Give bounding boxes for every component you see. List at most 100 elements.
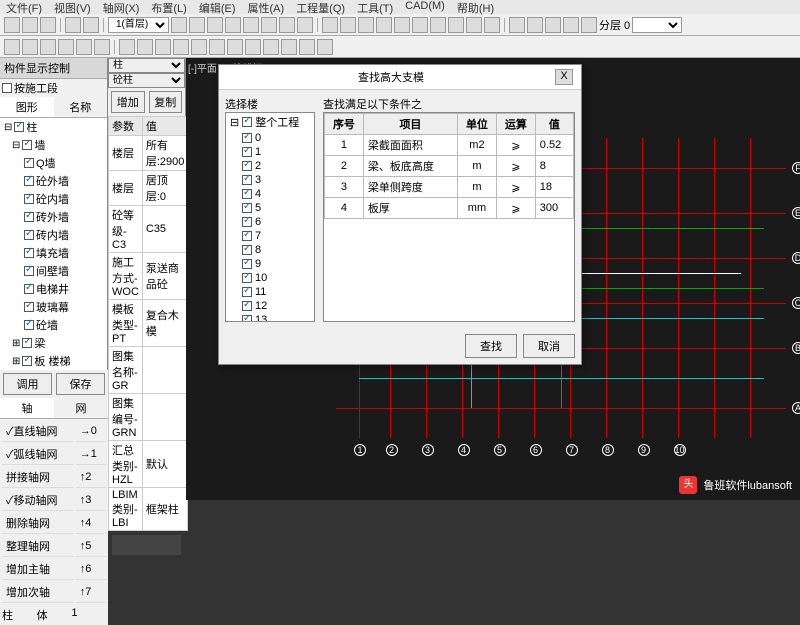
tab-graphic[interactable]: 图形 xyxy=(0,97,54,117)
checkbox[interactable] xyxy=(24,158,34,168)
checkbox[interactable] xyxy=(22,338,32,348)
checkbox[interactable] xyxy=(242,273,252,283)
tool-icon[interactable] xyxy=(317,39,333,55)
checkbox[interactable] xyxy=(242,315,252,322)
menu-item[interactable]: 属性(A) xyxy=(248,0,285,14)
tab-axis[interactable]: 轴 xyxy=(0,398,54,418)
checkbox[interactable] xyxy=(242,189,252,199)
tool-icon[interactable] xyxy=(191,39,207,55)
checkbox[interactable] xyxy=(242,231,252,241)
menu-item[interactable]: 布置(L) xyxy=(151,0,186,14)
checkbox[interactable] xyxy=(242,203,252,213)
tool-icon[interactable] xyxy=(189,17,205,33)
tool-icon[interactable] xyxy=(279,17,295,33)
menu-item[interactable]: 帮助(H) xyxy=(457,0,494,14)
prop-row[interactable]: 楼层 xyxy=(109,136,143,171)
tool-icon[interactable] xyxy=(227,39,243,55)
checkbox[interactable] xyxy=(242,287,252,297)
checkbox[interactable] xyxy=(24,284,34,294)
tool-icon[interactable] xyxy=(263,39,279,55)
tool-icon[interactable] xyxy=(394,17,410,33)
checkbox[interactable] xyxy=(242,161,252,171)
axis-row[interactable]: 删除轴网 xyxy=(2,513,74,534)
close-button[interactable]: X xyxy=(555,69,573,85)
prop-row[interactable]: 汇总类别-HZL xyxy=(109,441,143,488)
tool-icon[interactable] xyxy=(245,39,261,55)
prop-row[interactable]: LBIM类别-LBI xyxy=(109,488,143,531)
axis-row[interactable]: 增加次轴 xyxy=(2,582,74,603)
tool-undo-icon[interactable] xyxy=(65,17,81,33)
tool-icon[interactable] xyxy=(581,17,597,33)
checkbox[interactable] xyxy=(2,83,12,93)
tool-icon[interactable] xyxy=(58,39,74,55)
tool-icon[interactable] xyxy=(412,17,428,33)
prop-row[interactable]: 楼层 xyxy=(109,171,143,206)
checkbox[interactable] xyxy=(22,356,32,366)
tool-icon[interactable] xyxy=(119,39,135,55)
component-tree[interactable]: ⊟柱 ⊟墙 Q墙 砼外墙 砼内墙 砖外墙 砖内墙 填充墙 间壁墙 电梯井 玻璃幕… xyxy=(0,118,107,370)
axis-row[interactable]: 拼接轴网 xyxy=(2,467,74,488)
menu-item[interactable]: 编辑(E) xyxy=(199,0,236,14)
table-row[interactable]: 3梁单侧跨度m⩾18 xyxy=(325,177,574,198)
tool-icon[interactable] xyxy=(225,17,241,33)
tool-icon[interactable] xyxy=(155,39,171,55)
checkbox[interactable] xyxy=(24,230,34,240)
table-row[interactable]: 1梁截面面积m2⩾0.52 xyxy=(325,135,574,156)
checkbox[interactable] xyxy=(22,140,32,150)
tool-icon[interactable] xyxy=(358,17,374,33)
tool-icon[interactable] xyxy=(563,17,579,33)
tool-icon[interactable] xyxy=(173,39,189,55)
add-button[interactable]: 增加 xyxy=(111,91,145,113)
tool-icon[interactable] xyxy=(76,39,92,55)
menu-item[interactable]: 轴网(X) xyxy=(103,0,140,14)
tool-new-icon[interactable] xyxy=(4,17,20,33)
checkbox[interactable] xyxy=(24,248,34,258)
tool-icon[interactable] xyxy=(4,39,20,55)
checkbox[interactable] xyxy=(14,122,24,132)
table-row[interactable]: 2梁、板底高度m⩾8 xyxy=(325,156,574,177)
axis-row[interactable]: ✓移动轴网 xyxy=(2,490,74,511)
tool-bulb-icon[interactable] xyxy=(509,17,525,33)
prop-row[interactable]: 图集名称-GR xyxy=(109,347,143,394)
checkbox[interactable] xyxy=(242,133,252,143)
tool-icon[interactable] xyxy=(94,39,110,55)
tool-icon[interactable] xyxy=(527,17,543,33)
apply-button[interactable]: 调用 xyxy=(3,373,52,395)
save-button[interactable]: 保存 xyxy=(56,373,105,395)
table-row[interactable]: 4板厚mm⩾300 xyxy=(325,198,574,219)
checkbox[interactable] xyxy=(24,176,34,186)
tool-icon[interactable] xyxy=(545,17,561,33)
search-button[interactable]: 查找 xyxy=(465,334,517,358)
checkbox[interactable] xyxy=(242,259,252,269)
axis-row[interactable]: ✓弧线轴网 xyxy=(2,444,74,465)
prop-row[interactable]: 模板类型-PT xyxy=(109,300,143,347)
tool-redo-icon[interactable] xyxy=(83,17,99,33)
tool-icon[interactable] xyxy=(322,17,338,33)
checkbox[interactable] xyxy=(242,147,252,157)
floor-dropdown[interactable]: 1(首层) xyxy=(108,17,169,33)
menu-item[interactable]: 工程量(Q) xyxy=(296,0,345,14)
tool-icon[interactable] xyxy=(243,17,259,33)
tool-icon[interactable] xyxy=(376,17,392,33)
cancel-button[interactable]: 取消 xyxy=(523,334,575,358)
checkbox[interactable] xyxy=(242,301,252,311)
checkbox[interactable] xyxy=(24,212,34,222)
tool-icon[interactable] xyxy=(207,17,223,33)
menu-item[interactable]: 视图(V) xyxy=(54,0,91,14)
checkbox[interactable] xyxy=(242,117,252,127)
copy-button[interactable]: 复制 xyxy=(149,91,183,113)
component-type-dropdown[interactable]: 柱 xyxy=(108,58,185,73)
menu-item[interactable]: 工具(T) xyxy=(357,0,393,14)
prop-row[interactable]: 砼等级-C3 xyxy=(109,206,143,253)
tool-icon[interactable] xyxy=(466,17,482,33)
tool-icon[interactable] xyxy=(297,17,313,33)
checkbox[interactable] xyxy=(24,194,34,204)
tool-icon[interactable] xyxy=(299,39,315,55)
floor-tree[interactable]: ⊟整个工程 0 1 2 3 4 5 6 7 8 9 10 11 12 13 14… xyxy=(225,112,315,322)
tab-name[interactable]: 名称 xyxy=(54,97,108,117)
checkbox[interactable] xyxy=(24,302,34,312)
tool-icon[interactable] xyxy=(22,39,38,55)
checkbox[interactable] xyxy=(242,217,252,227)
axis-row[interactable]: 增加主轴 xyxy=(2,559,74,580)
menu-item[interactable]: CAD(M) xyxy=(405,0,445,14)
